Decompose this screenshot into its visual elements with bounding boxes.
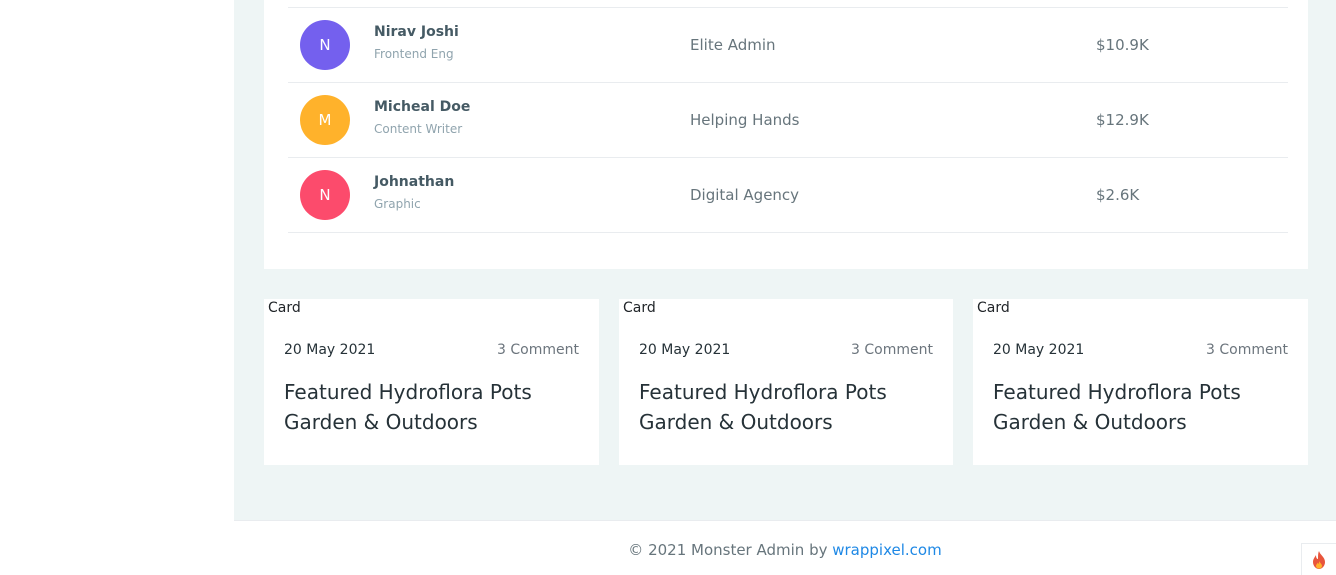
copyright-text: © 2021 Monster Admin by [628, 541, 833, 559]
budget-value: $10.9K [1096, 36, 1149, 54]
card-title[interactable]: Featured Hydroflora Pots Garden & Outdoo… [639, 377, 939, 437]
card-date: 20 May 2021 [639, 342, 731, 358]
person-role: Graphic [374, 197, 421, 211]
card-date: 20 May 2021 [993, 342, 1085, 358]
footer-text: © 2021 Monster Admin by wrappixel.com [234, 541, 1336, 559]
person-name: Nirav Joshi [374, 24, 459, 40]
card-image-alt: Card [268, 300, 301, 316]
avatar: N [300, 170, 350, 220]
card-image: Card [619, 300, 656, 316]
blog-card[interactable]: Card 20 May 2021 3 Comment Featured Hydr… [973, 299, 1308, 465]
budget-value: $12.9K [1096, 111, 1149, 129]
blog-card[interactable]: Card 20 May 2021 3 Comment Featured Hydr… [619, 299, 953, 465]
person-name: Micheal Doe [374, 99, 471, 115]
person-name: Johnathan [374, 174, 455, 190]
card-comments[interactable]: 3 Comment [497, 342, 579, 358]
page-wrapper: N Nirav Joshi Frontend Eng Elite Admin $… [234, 0, 1336, 575]
project-name: Digital Agency [690, 186, 800, 204]
budget-value: $2.6K [1096, 186, 1140, 204]
avatar: M [300, 95, 350, 145]
footer-link[interactable]: wrappixel.com [832, 541, 941, 559]
blog-card[interactable]: Card 20 May 2021 3 Comment Featured Hydr… [264, 299, 599, 465]
card-title[interactable]: Featured Hydroflora Pots Garden & Outdoo… [284, 377, 584, 437]
card-comments[interactable]: 3 Comment [851, 342, 933, 358]
project-name: Elite Admin [690, 36, 776, 54]
fire-icon [1313, 550, 1325, 569]
card-title[interactable]: Featured Hydroflora Pots Garden & Outdoo… [993, 377, 1293, 437]
card-date: 20 May 2021 [284, 342, 376, 358]
footer: © 2021 Monster Admin by wrappixel.com [234, 520, 1336, 575]
card-image-alt: Card [623, 300, 656, 316]
card-image: Card [973, 300, 1010, 316]
card-image: Card [264, 300, 301, 316]
table-row: N Johnathan Graphic Digital Agency $2.6K [288, 158, 1288, 233]
person-role: Frontend Eng [374, 47, 454, 61]
table-row: N Nirav Joshi Frontend Eng Elite Admin $… [288, 8, 1288, 83]
customizer-button[interactable] [1301, 543, 1336, 575]
projects-table-card: N Nirav Joshi Frontend Eng Elite Admin $… [264, 0, 1308, 269]
avatar: N [300, 20, 350, 70]
table-row: M Micheal Doe Content Writer Helping Han… [288, 83, 1288, 158]
card-image-alt: Card [977, 300, 1010, 316]
card-comments[interactable]: 3 Comment [1206, 342, 1288, 358]
project-name: Helping Hands [690, 111, 800, 129]
person-role: Content Writer [374, 122, 463, 136]
sidebar [0, 0, 234, 575]
